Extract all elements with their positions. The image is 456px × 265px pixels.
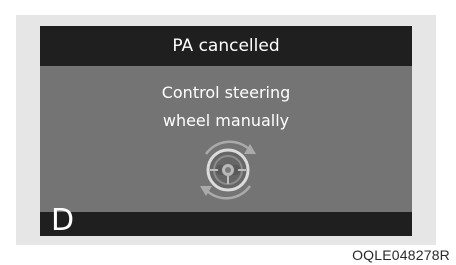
gear-indicator: D [51, 203, 75, 238]
message-line-1: Control steering [161, 83, 291, 102]
header-title: PA cancelled [40, 26, 412, 66]
image-code: OQLE048278R [352, 247, 450, 263]
footer-bar [40, 212, 412, 236]
message-line-2: wheel manually [162, 111, 290, 130]
display-frame: PA cancelled Control steering wheel manu… [16, 15, 436, 245]
steering-wheel-rotate-icon [192, 134, 264, 206]
cluster-screen: PA cancelled Control steering wheel manu… [40, 26, 412, 236]
